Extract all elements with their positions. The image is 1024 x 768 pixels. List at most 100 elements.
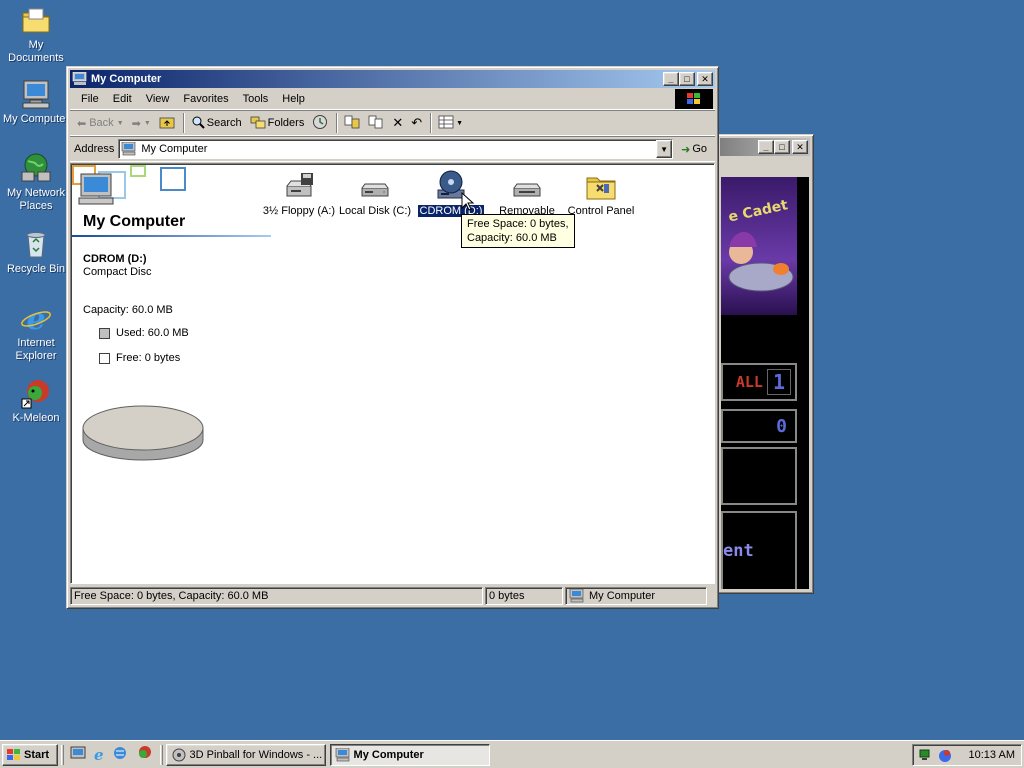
folder-icon [20,4,52,36]
window-title: My Computer [91,73,162,85]
desktop-icon-k-meleon[interactable]: K-Meleon [0,377,72,425]
computer-icon [20,78,52,110]
panel-heading: My Computer [83,213,186,230]
close-button[interactable]: ✕ [697,72,713,86]
minimize-button[interactable]: _ [758,140,774,154]
views-button[interactable]: ▼ [435,113,466,134]
menu-favorites[interactable]: Favorites [176,91,235,107]
toolbar-handle[interactable] [159,744,163,765]
recycle-bin-icon [20,228,52,260]
system-tray: 10:13 AM [912,743,1022,766]
drive-type: Compact Disc [83,266,152,278]
maximize-button[interactable]: □ [679,72,695,86]
pinball-playfield[interactable]: e Cadet ALL 1 0 ent [721,177,809,589]
desktop-icon-label: My Computer [2,113,70,125]
desktop-icon-label: Internet Explorer [15,337,57,362]
toolbar-separator [336,113,339,133]
back-button[interactable]: ⬅ Back ▼ [74,115,127,132]
item-removable[interactable]: Removable [489,170,565,218]
up-folder-button[interactable] [156,113,178,134]
go-button[interactable]: ➜ Go [677,141,711,158]
quicklaunch-explorer-button[interactable] [109,743,131,766]
show-desktop-button[interactable] [67,743,89,766]
toolbar-handle[interactable] [61,744,64,765]
address-dropdown-button[interactable]: ▼ [656,140,673,158]
panel-header-art [71,164,191,214]
menu-tools[interactable]: Tools [236,91,276,107]
mouse-cursor-icon [461,191,475,215]
desktop-icon-label: Recycle Bin [6,263,66,275]
item-control-panel[interactable]: Control Panel [563,170,639,218]
status-main-text: Free Space: 0 bytes, Capacity: 60.0 MB [70,587,483,605]
panel-heading-underline [71,235,271,237]
history-button[interactable] [309,112,331,135]
address-input[interactable]: My Computer ▼ [118,139,674,159]
desktop-icon-my-network-places[interactable]: My Network Places [0,152,72,213]
item-label: 3½ Floppy (A:) [262,205,336,217]
status-zone-cell: My Computer [565,587,707,605]
item-label: Control Panel [567,205,635,217]
undo-icon: ↶ [411,115,423,130]
delete-icon: ✕ [392,115,404,130]
search-icon [191,115,205,132]
pinball-window[interactable]: _ □ ✕ e Cadet ALL 1 0 ent [716,134,814,594]
back-arrow-icon: ⬅ [77,117,87,130]
content-area[interactable]: My Computer CDROM (D:) Compact Disc Capa… [70,163,715,584]
pinball-ball-label: ALL [735,373,763,391]
search-button[interactable]: Search [188,113,245,134]
computer-icon [72,71,88,86]
network-tray-icon[interactable] [919,747,935,763]
undo-button[interactable]: ↶ [408,113,425,133]
pinball-message-panel: ent [721,511,797,589]
delete-button[interactable]: ✕ [389,113,406,133]
volume-tray-icon[interactable] [937,747,953,763]
menu-edit[interactable]: Edit [106,91,139,107]
menu-help[interactable]: Help [275,91,312,107]
toolbar-separator [430,113,433,133]
menu-file[interactable]: File [74,91,106,107]
my-computer-window[interactable]: My Computer _ □ ✕ File Edit View Favorit… [66,66,719,609]
tooltip-line-1: Free Space: 0 bytes, [467,218,569,230]
desktop-icon-my-computer[interactable]: My Computer [0,78,72,126]
start-button[interactable]: Start [2,743,58,766]
history-icon [312,114,328,133]
status-zone-text: My Computer [589,590,656,602]
forward-button[interactable]: ➡ ▼ [129,115,154,132]
task-my-computer[interactable]: My Computer [329,743,490,766]
menu-view[interactable]: View [139,91,177,107]
minimize-button[interactable]: _ [663,72,679,86]
quicklaunch-ie-button[interactable]: e [91,744,107,766]
pinball-score-panel: 0 [721,409,797,443]
desktop-icon-internet-explorer[interactable]: e Internet Explorer [0,302,72,363]
pinball-titlebar[interactable]: _ □ ✕ [720,138,810,156]
folders-label: Folders [267,117,305,129]
task-pinball[interactable]: 3D Pinball for Windows - ... [165,743,326,766]
desktop-icon-recycle-bin[interactable]: Recycle Bin [0,228,72,276]
k-meleon-icon [20,377,52,409]
pinball-ball-panel: ALL 1 [721,363,797,401]
item-local-disk-c[interactable]: Local Disk (C:) [337,170,413,218]
desktop-icon-my-documents[interactable]: My Documents [0,4,72,65]
status-bar: Free Space: 0 bytes, Capacity: 60.0 MB 0… [70,586,715,606]
pinball-menubar [720,156,810,176]
clock[interactable]: 10:13 AM [969,749,1015,761]
drive-capacity: Capacity: 60.0 MB [83,304,173,316]
pinball-logo-art: e Cadet [721,177,797,315]
move-to-button[interactable] [341,113,363,134]
item-floppy-a[interactable]: 3½ Floppy (A:) [261,170,337,218]
copy-to-button[interactable] [365,113,387,134]
item-cdrom-d[interactable]: CDROM (D:) [413,170,489,218]
tooltip-line-2: Capacity: 60.0 MB [467,232,557,244]
close-button[interactable]: ✕ [792,140,808,154]
address-value: My Computer [141,143,208,155]
hard-disk-icon [359,170,391,202]
folders-icon [250,115,266,132]
control-panel-icon [585,170,617,202]
window-titlebar[interactable]: My Computer _ □ ✕ [70,70,715,88]
quicklaunch-k-meleon-button[interactable] [133,743,155,766]
folders-button[interactable]: Folders [247,113,308,134]
free-legend: Free: 0 bytes [99,352,180,364]
used-text: Used: 60.0 MB [116,327,189,339]
chevron-down-icon: ▼ [143,119,151,127]
maximize-button[interactable]: □ [774,140,790,154]
